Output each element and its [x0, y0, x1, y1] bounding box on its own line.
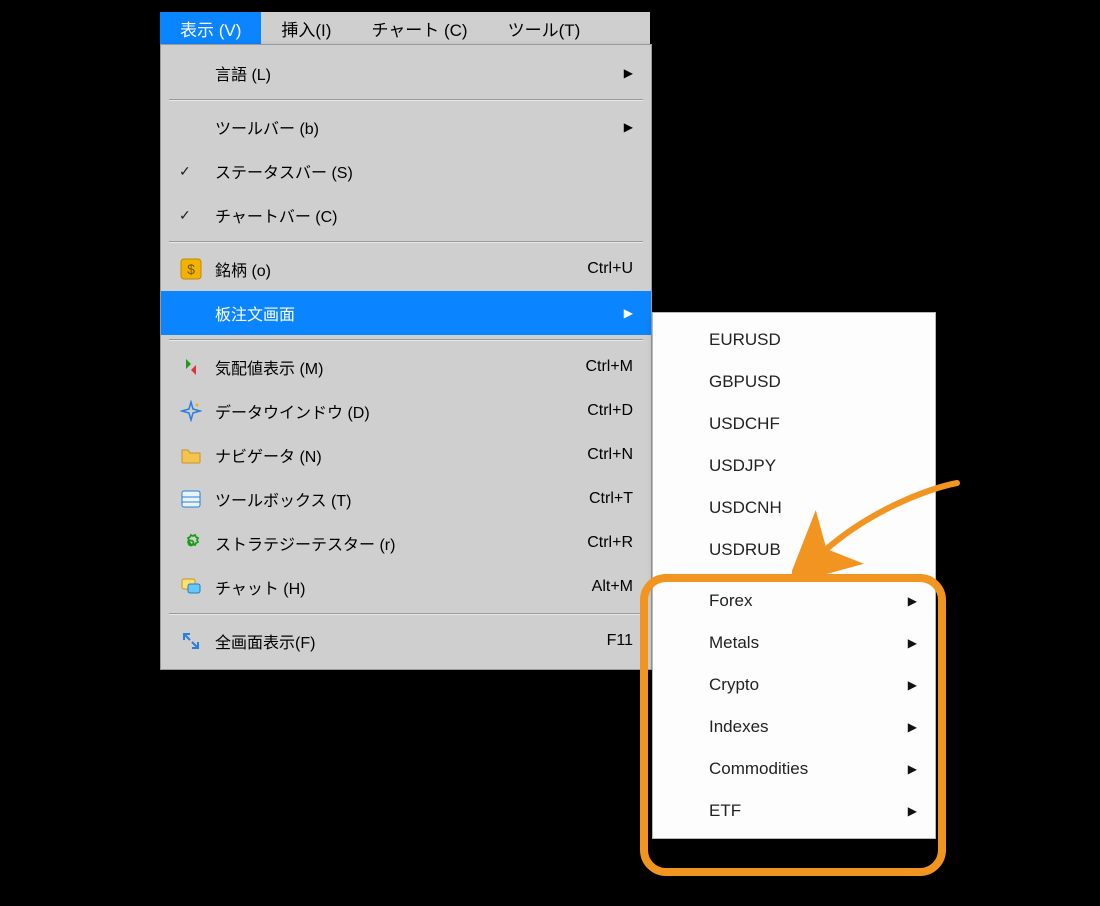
- submenu-group-label: Indexes: [709, 717, 769, 737]
- submenu-group-label: Metals: [709, 633, 759, 653]
- menuitem-marketwatch[interactable]: 気配値表示 (M) Ctrl+M: [161, 345, 651, 389]
- submenu-group-label: Commodities: [709, 759, 808, 779]
- folder-icon: [179, 444, 215, 466]
- submenu-group-commodities[interactable]: Commodities ▶: [653, 748, 935, 790]
- menuitem-language[interactable]: 言語 (L) ▶: [161, 51, 651, 95]
- menu-chart[interactable]: チャート (C): [351, 12, 487, 44]
- separator: [169, 339, 643, 341]
- submenu-group-indexes[interactable]: Indexes ▶: [653, 706, 935, 748]
- submenu-arrow-icon: ▶: [908, 804, 917, 818]
- toolbox-icon: [179, 488, 215, 510]
- menuitem-tester[interactable]: ストラテジーテスター (r) Ctrl+R: [161, 521, 651, 565]
- sparkle-icon: [179, 400, 215, 422]
- submenu-arrow-icon: ▶: [611, 120, 633, 134]
- menubar: 表示 (V) 挿入(I) チャート (C) ツール(T): [160, 12, 650, 46]
- gear-icon: [179, 532, 215, 554]
- submenu-arrow-icon: ▶: [908, 720, 917, 734]
- menuitem-dom-label: 板注文画面: [215, 301, 611, 325]
- chat-icon: [179, 576, 215, 598]
- submenu-arrow-icon: ▶: [908, 636, 917, 650]
- separator: [169, 99, 643, 101]
- menuitem-symbols-shortcut: Ctrl+U: [563, 260, 633, 278]
- separator: [169, 613, 643, 615]
- submenu-arrow-icon: ▶: [908, 594, 917, 608]
- submenu-arrow-icon: ▶: [611, 306, 633, 320]
- menu-insert-label: 挿入(I): [281, 16, 331, 41]
- menuitem-toolbox[interactable]: ツールボックス (T) Ctrl+T: [161, 477, 651, 521]
- menuitem-navigator-label: ナビゲータ (N): [215, 443, 563, 467]
- menuitem-statusbar-label: ステータスバー (S): [215, 159, 611, 183]
- menuitem-language-label: 言語 (L): [215, 61, 611, 85]
- menuitem-datawindow-shortcut: Ctrl+D: [563, 402, 633, 420]
- submenu-pair-gbpusd[interactable]: GBPUSD: [653, 361, 935, 403]
- menu-insert[interactable]: 挿入(I): [261, 12, 351, 44]
- menuitem-chartbar-label: チャートバー (C): [215, 203, 611, 227]
- submenu-pair-label: USDRUB: [709, 540, 781, 560]
- menuitem-dom[interactable]: 板注文画面 ▶: [161, 291, 651, 335]
- submenu-pair-label: EURUSD: [709, 330, 781, 350]
- menuitem-symbols[interactable]: $ 銘柄 (o) Ctrl+U: [161, 247, 651, 291]
- submenu-pair-usdchf[interactable]: USDCHF: [653, 403, 935, 445]
- menuitem-tester-shortcut: Ctrl+R: [563, 534, 633, 552]
- menuitem-navigator-shortcut: Ctrl+N: [563, 446, 633, 464]
- menu-view-label: 表示 (V): [180, 16, 241, 41]
- menuitem-navigator[interactable]: ナビゲータ (N) Ctrl+N: [161, 433, 651, 477]
- menuitem-toolbox-shortcut: Ctrl+T: [563, 490, 633, 508]
- checkmark-icon: ✓: [179, 163, 215, 180]
- submenu-group-etf[interactable]: ETF ▶: [653, 790, 935, 832]
- submenu-pair-usdcnh[interactable]: USDCNH: [653, 487, 935, 529]
- menuitem-chartbar[interactable]: ✓ チャートバー (C): [161, 193, 651, 237]
- dollar-icon: $: [179, 258, 215, 280]
- menu-chart-label: チャート (C): [371, 16, 467, 41]
- submenu-pair-label: GBPUSD: [709, 372, 781, 392]
- menu-view[interactable]: 表示 (V): [160, 12, 261, 44]
- submenu-pair-label: USDCNH: [709, 498, 782, 518]
- menuitem-symbols-label: 銘柄 (o): [215, 257, 563, 281]
- menuitem-fullscreen[interactable]: 全画面表示(F) F11: [161, 619, 651, 663]
- submenu-arrow-icon: ▶: [611, 66, 633, 80]
- submenu-group-crypto[interactable]: Crypto ▶: [653, 664, 935, 706]
- submenu-pair-label: USDJPY: [709, 456, 776, 476]
- menuitem-fullscreen-shortcut: F11: [563, 632, 633, 650]
- menuitem-tester-label: ストラテジーテスター (r): [215, 531, 563, 555]
- menuitem-marketwatch-label: 気配値表示 (M): [215, 355, 563, 379]
- menuitem-chat-label: チャット (H): [215, 575, 563, 599]
- menuitem-toolbar-label: ツールバー (b): [215, 115, 611, 139]
- menuitem-fullscreen-label: 全画面表示(F): [215, 629, 563, 653]
- menuitem-chat-shortcut: Alt+M: [563, 578, 633, 596]
- svg-text:$: $: [187, 261, 195, 277]
- view-dropdown: 言語 (L) ▶ ツールバー (b) ▶ ✓ ステータスバー (S) ✓ チャー…: [160, 44, 652, 670]
- submenu-arrow-icon: ▶: [908, 678, 917, 692]
- submenu-arrow-icon: ▶: [908, 762, 917, 776]
- menuitem-datawindow-label: データウインドウ (D): [215, 399, 563, 423]
- submenu-group-metals[interactable]: Metals ▶: [653, 622, 935, 664]
- menu-tools-label: ツール(T): [508, 16, 581, 41]
- separator: [663, 575, 925, 576]
- checkmark-icon: ✓: [179, 207, 215, 224]
- menuitem-toolbox-label: ツールボックス (T): [215, 487, 563, 511]
- fullscreen-icon: [179, 630, 215, 652]
- menuitem-toolbar[interactable]: ツールバー (b) ▶: [161, 105, 651, 149]
- submenu-group-label: Crypto: [709, 675, 759, 695]
- menuitem-marketwatch-shortcut: Ctrl+M: [563, 358, 633, 376]
- submenu-pair-usdrub[interactable]: USDRUB: [653, 529, 935, 571]
- submenu-group-forex[interactable]: Forex ▶: [653, 580, 935, 622]
- separator: [169, 241, 643, 243]
- menuitem-statusbar[interactable]: ✓ ステータスバー (S): [161, 149, 651, 193]
- menuitem-datawindow[interactable]: データウインドウ (D) Ctrl+D: [161, 389, 651, 433]
- menu-tools[interactable]: ツール(T): [488, 12, 601, 44]
- submenu-group-label: ETF: [709, 801, 741, 821]
- dom-submenu: EURUSD GBPUSD USDCHF USDJPY USDCNH USDRU…: [652, 312, 936, 839]
- submenu-pair-label: USDCHF: [709, 414, 780, 434]
- marketwatch-icon: [179, 356, 215, 378]
- menuitem-chat[interactable]: チャット (H) Alt+M: [161, 565, 651, 609]
- submenu-pair-usdjpy[interactable]: USDJPY: [653, 445, 935, 487]
- submenu-pair-eurusd[interactable]: EURUSD: [653, 319, 935, 361]
- submenu-group-label: Forex: [709, 591, 752, 611]
